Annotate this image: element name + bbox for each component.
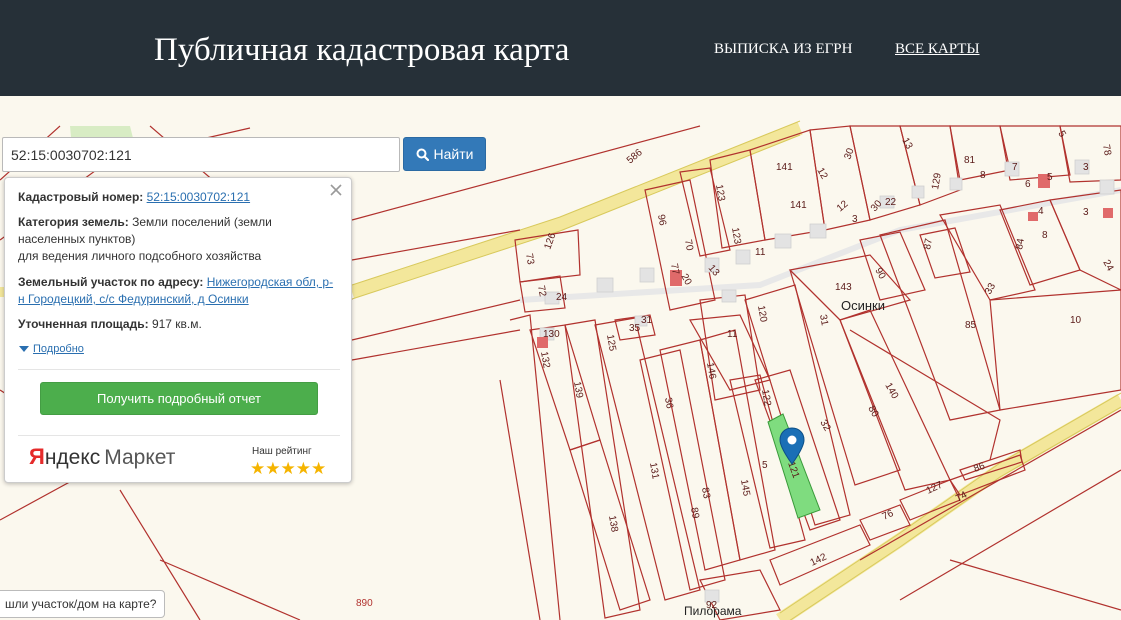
area-label: Уточненная площадь: xyxy=(18,317,149,331)
svg-text:11: 11 xyxy=(727,329,738,340)
svg-text:70: 70 xyxy=(682,239,695,252)
area-value: 917 кв.м. xyxy=(151,317,202,331)
svg-text:141: 141 xyxy=(790,200,807,211)
market-logo-text: Маркет xyxy=(104,446,176,469)
svg-text:138: 138 xyxy=(606,515,620,534)
svg-text:125: 125 xyxy=(604,334,618,353)
svg-text:142: 142 xyxy=(809,552,829,569)
svg-text:120: 120 xyxy=(755,305,769,324)
svg-text:122: 122 xyxy=(759,389,773,408)
details-toggle[interactable]: Подробно xyxy=(19,343,84,355)
svg-text:85: 85 xyxy=(965,320,977,331)
svg-text:33: 33 xyxy=(983,281,998,297)
chevron-down-icon xyxy=(19,346,29,352)
svg-text:31: 31 xyxy=(641,315,653,326)
address-label: Земельный участок по адресу: xyxy=(18,275,204,289)
land-category-label: Категория земель: xyxy=(18,215,129,229)
parcel-info-popup: Кадастровый номер: 52:15:0030702:121 Кат… xyxy=(4,177,352,483)
svg-text:139: 139 xyxy=(571,381,585,400)
svg-text:3: 3 xyxy=(1083,162,1089,173)
site-title[interactable]: Публичная кадастровая карта xyxy=(154,32,569,69)
svg-text:129: 129 xyxy=(930,172,944,191)
top-header: Публичная кадастровая карта ВЫПИСКА ИЗ Е… xyxy=(0,0,1121,96)
svg-text:146: 146 xyxy=(704,362,718,381)
svg-text:84: 84 xyxy=(1014,237,1027,250)
svg-text:5: 5 xyxy=(762,460,768,471)
svg-text:132: 132 xyxy=(538,351,552,370)
settlement-label: Осинки xyxy=(841,298,886,313)
yandex-logo-text: ндекс xyxy=(44,446,101,469)
svg-text:10: 10 xyxy=(1070,315,1082,326)
svg-text:3: 3 xyxy=(852,214,858,225)
pilorama-label: Пилорама xyxy=(684,604,742,618)
address-row: Земельный участок по адресу: Нижегородск… xyxy=(18,274,338,308)
nav-all-maps[interactable]: ВСЕ КАРТЫ xyxy=(895,41,980,58)
map-parcel-890: 890 xyxy=(356,598,373,609)
svg-text:4: 4 xyxy=(1038,206,1044,217)
svg-text:96: 96 xyxy=(655,214,668,227)
area-row: Уточненная площадь: 917 кв.м. xyxy=(18,316,338,333)
svg-text:143: 143 xyxy=(835,282,852,293)
svg-text:8: 8 xyxy=(1042,230,1048,241)
svg-text:140: 140 xyxy=(882,381,900,401)
svg-text:24: 24 xyxy=(1100,258,1115,274)
divider xyxy=(18,369,340,370)
cadastral-search-input[interactable] xyxy=(2,137,400,172)
svg-text:7: 7 xyxy=(1012,162,1018,173)
svg-text:73: 73 xyxy=(523,253,536,266)
yandex-market-logo[interactable]: Яндекс Маркет xyxy=(29,444,175,470)
search-button-label: Найти xyxy=(433,146,474,162)
search-icon xyxy=(416,148,429,161)
svg-text:141: 141 xyxy=(776,162,793,173)
svg-text:123: 123 xyxy=(729,227,743,246)
land-use-value: для ведения личного подсобного хозяйства xyxy=(18,249,262,263)
yandex-logo-letter: Я xyxy=(29,444,45,469)
svg-text:3: 3 xyxy=(1083,207,1089,218)
svg-text:36: 36 xyxy=(662,397,675,410)
svg-text:24: 24 xyxy=(556,292,568,303)
divider xyxy=(18,435,340,436)
cadastral-number-label: Кадастровый номер: xyxy=(18,190,144,204)
svg-text:130: 130 xyxy=(543,329,560,340)
rating-stars-icon: ★★★★★ xyxy=(250,459,327,478)
svg-text:87: 87 xyxy=(922,237,935,250)
get-report-button[interactable]: Получить подробный отчет xyxy=(40,382,318,415)
svg-text:35: 35 xyxy=(629,323,641,334)
svg-text:5: 5 xyxy=(1047,172,1053,183)
svg-text:12: 12 xyxy=(814,166,829,182)
svg-text:12: 12 xyxy=(835,198,851,214)
road-south xyxy=(776,393,1121,620)
details-toggle-label: Подробно xyxy=(33,343,84,355)
nav-egrn-extract[interactable]: ВЫПИСКА ИЗ ЕГРН xyxy=(714,41,852,58)
cadastral-number-link[interactable]: 52:15:0030702:121 xyxy=(147,190,250,204)
cadastral-number-row: Кадастровый номер: 52:15:0030702:121 xyxy=(18,189,338,206)
svg-text:13: 13 xyxy=(899,136,914,152)
rating-label: Наш рейтинг xyxy=(252,446,312,457)
find-parcel-hint-button[interactable]: шли участок/дом на карте? xyxy=(0,590,166,618)
svg-text:76: 76 xyxy=(881,508,896,523)
svg-text:78: 78 xyxy=(1100,144,1113,157)
svg-text:586: 586 xyxy=(625,147,645,166)
search-button[interactable]: Найти xyxy=(403,137,486,171)
svg-text:31: 31 xyxy=(817,314,830,327)
svg-text:81: 81 xyxy=(964,155,976,166)
svg-text:6: 6 xyxy=(1025,179,1031,190)
land-category-row: Категория земель: Земли поселений (земли… xyxy=(18,214,338,265)
buildings xyxy=(539,159,1115,603)
svg-text:83: 83 xyxy=(699,487,712,500)
svg-text:22: 22 xyxy=(885,197,897,208)
svg-text:90: 90 xyxy=(872,266,887,282)
svg-text:145: 145 xyxy=(738,479,752,498)
svg-text:131: 131 xyxy=(647,462,661,481)
svg-text:89: 89 xyxy=(688,507,701,520)
svg-text:8: 8 xyxy=(980,170,986,181)
svg-text:11: 11 xyxy=(755,247,766,258)
